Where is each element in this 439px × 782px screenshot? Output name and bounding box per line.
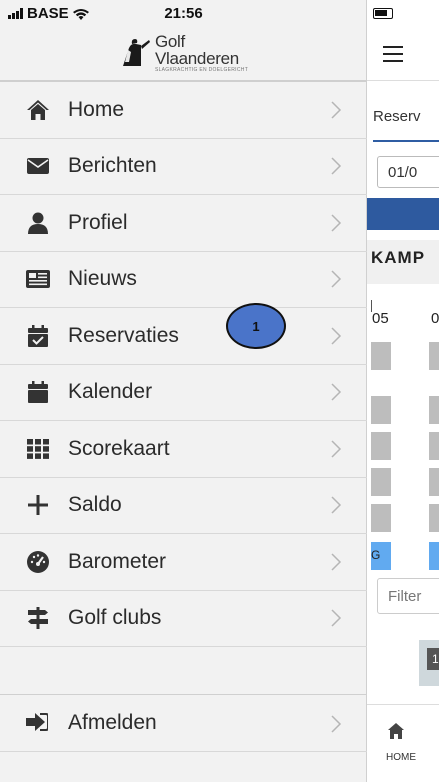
user-icon <box>26 211 50 235</box>
time-slot-highlighted[interactable] <box>429 542 439 570</box>
battery-icon <box>373 8 393 19</box>
chevron-right-icon <box>331 440 342 458</box>
chevron-right-icon <box>331 715 342 733</box>
chevron-right-icon <box>331 327 342 345</box>
slot-text: G <box>371 548 381 562</box>
time-slot[interactable] <box>429 432 439 460</box>
golfer-logo-icon <box>122 39 150 66</box>
time-slot[interactable] <box>429 342 439 370</box>
chevron-right-icon <box>331 383 342 401</box>
plus-icon <box>26 493 50 517</box>
newspaper-icon <box>26 267 50 291</box>
envelope-icon <box>26 154 50 178</box>
home-icon[interactable] <box>387 722 405 740</box>
bottom-nav-home-label[interactable]: HOME <box>386 752 416 763</box>
time-slot[interactable] <box>371 396 391 424</box>
calendar-icon <box>26 380 50 404</box>
menu-label-nieuws: Nieuws <box>68 267 137 291</box>
menu-item-nieuws[interactable]: Nieuws <box>0 252 367 308</box>
chevron-right-icon <box>331 101 342 119</box>
course-header: KAMP <box>367 240 439 284</box>
header-bar <box>367 198 439 230</box>
menu-label-saldo: Saldo <box>68 493 122 517</box>
calendar-check-icon <box>26 324 50 348</box>
logo-line-2: Vlaanderen <box>154 49 239 68</box>
menu-label-afmelden: Afmelden <box>68 711 157 734</box>
chevron-right-icon <box>331 214 342 232</box>
time-slot[interactable] <box>429 396 439 424</box>
time-slot[interactable] <box>371 504 391 532</box>
menu-item-profiel[interactable]: Profiel <box>0 195 367 252</box>
filter-input[interactable]: Filter <box>377 578 439 614</box>
menu-item-kalender[interactable]: Kalender <box>0 365 367 421</box>
chevron-right-icon <box>331 553 342 571</box>
menu-item-berichten[interactable]: Berichten <box>0 139 367 195</box>
menu-label-profiel: Profiel <box>68 210 128 234</box>
time-slot[interactable] <box>371 468 391 496</box>
chevron-right-icon <box>331 609 342 627</box>
sign-out-icon <box>26 712 50 736</box>
time-slot[interactable] <box>429 468 439 496</box>
chevron-right-icon <box>331 270 342 288</box>
menu-label-golf-clubs: Golf clubs <box>68 606 162 630</box>
navigation-drawer: BASE 21:56 Golf Vlaanderen SLAGKRACHTIG … <box>0 0 367 782</box>
time-slot[interactable] <box>371 432 391 460</box>
signpost-icon <box>26 606 50 630</box>
hour-label: 05 <box>372 310 389 327</box>
menu-label-barometer: Barometer <box>68 549 167 573</box>
tab-underline <box>373 140 439 142</box>
menu-label-home: Home <box>68 97 125 121</box>
header-divider <box>367 80 439 81</box>
status-bar: BASE 21:56 <box>0 0 367 26</box>
menu-item-saldo[interactable]: Saldo <box>0 478 367 534</box>
chevron-right-icon <box>331 496 342 514</box>
menu-label-berichten: Berichten <box>68 154 157 178</box>
logo-text: Golf Vlaanderen SLAGKRACHTIG EN DOELGERI… <box>155 33 248 73</box>
annotation-marker: 1 <box>226 303 286 349</box>
menu-label-scorekaart: Scorekaart <box>68 436 170 460</box>
hamburger-menu-icon[interactable] <box>383 46 403 62</box>
menu-label-kalender: Kalender <box>68 380 153 404</box>
menu-item-afmelden[interactable]: Afmelden <box>0 694 367 752</box>
logo-tagline: SLAGKRACHTIG EN DOELGERICHT <box>154 67 249 73</box>
menu-item-golf-clubs[interactable]: Golf clubs <box>0 591 367 647</box>
menu-item-home[interactable]: Home <box>0 82 367 139</box>
menu-item-scorekaart[interactable]: Scorekaart <box>0 421 367 478</box>
bottom-nav-divider <box>367 704 439 705</box>
time-slot[interactable] <box>371 342 391 370</box>
chevron-right-icon <box>331 157 342 175</box>
menu-item-reservaties[interactable]: Reservaties <box>0 308 367 365</box>
drawer-menu: Home Berichten Profiel Nieuws Reservatie… <box>0 82 367 647</box>
menu-label-reservaties: Reservaties <box>68 323 179 347</box>
status-time: 21:56 <box>164 5 203 22</box>
time-slot[interactable] <box>429 504 439 532</box>
hour-label: 0 <box>431 310 439 327</box>
grid-icon <box>26 437 50 461</box>
home-icon <box>26 98 50 122</box>
date-field[interactable]: 01/0 <box>377 156 439 188</box>
tachometer-icon <box>26 550 50 574</box>
logo-line-1: Golf <box>154 32 185 51</box>
background-app-panel: Reserv 01/0 KAMP 05 0 G Filter 1 HOME <box>367 0 439 782</box>
tab-reservaties[interactable]: Reserv <box>373 108 421 125</box>
menu-item-barometer[interactable]: Barometer <box>0 534 367 591</box>
golf-vlaanderen-logo: Golf Vlaanderen SLAGKRACHTIG EN DOELGERI… <box>0 26 367 80</box>
thumbnail-badge: 1 <box>427 648 439 670</box>
